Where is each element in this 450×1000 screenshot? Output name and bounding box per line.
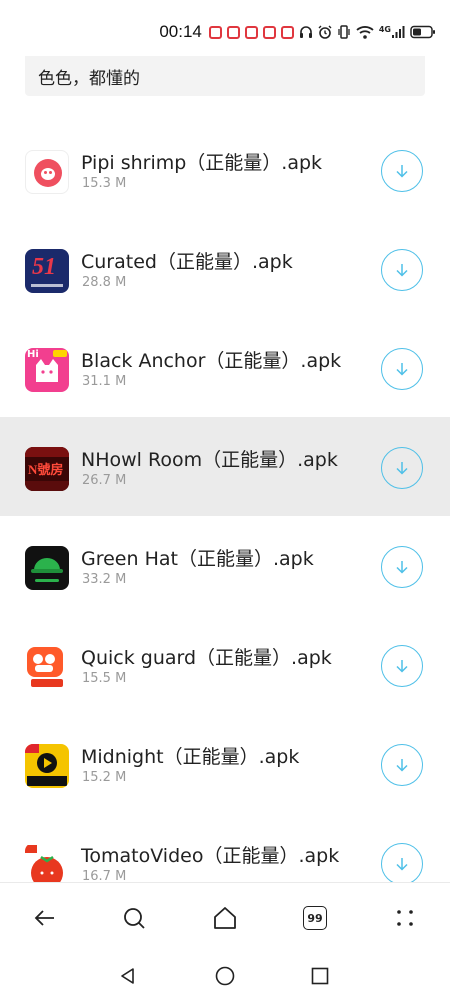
notification-icon — [280, 25, 294, 39]
cellular-signal-icon: 4G — [379, 25, 405, 39]
list-item[interactable]: 51 Curated（正能量）.apk 28.8 M — [0, 219, 450, 318]
download-arrow-icon — [396, 264, 408, 277]
file-size: 15.3 M — [82, 176, 127, 191]
download-arrow-icon — [396, 462, 408, 475]
file-size: 15.2 M — [82, 770, 127, 785]
tabs-icon: 99 — [303, 906, 327, 930]
more-dots-icon — [397, 910, 413, 926]
search-box[interactable]: 色色，都懂的 — [25, 56, 425, 96]
tomato-video-app-icon — [25, 843, 69, 887]
download-button[interactable] — [381, 645, 423, 687]
download-arrow-icon — [396, 165, 408, 178]
clock: 00:14 — [159, 22, 202, 41]
download-arrow-icon — [396, 363, 408, 376]
file-size: 26.7 M — [82, 473, 127, 488]
notification-icon — [244, 25, 258, 39]
square-recents-icon — [311, 967, 329, 985]
pipi-shrimp-app-icon — [25, 150, 69, 194]
download-arrow-icon — [396, 561, 408, 574]
vibrate-icon — [337, 25, 351, 39]
circle-home-icon — [215, 966, 235, 986]
green-hat-app-icon — [25, 546, 69, 590]
search-text: 色色，都懂的 — [38, 69, 140, 89]
status-bar: 00:14 4G — [0, 0, 450, 56]
file-name: Midnight（正能量）.apk — [81, 746, 300, 768]
list-item[interactable]: Midnight（正能量）.apk 15.2 M — [0, 714, 450, 813]
list-item[interactable]: N號房 NHowl Room（正能量）.apk 26.7 M — [0, 417, 450, 516]
alarm-icon — [318, 25, 332, 39]
nhowl-room-app-icon: N號房 — [25, 447, 69, 491]
menu-button[interactable] — [388, 901, 422, 935]
file-name: Quick guard（正能量）.apk — [81, 647, 332, 669]
file-size: 28.8 M — [82, 275, 127, 290]
file-name: NHowl Room（正能量）.apk — [81, 449, 338, 471]
file-name: Pipi shrimp（正能量）.apk — [81, 152, 323, 174]
home-button[interactable] — [208, 901, 242, 935]
triangle-back-icon — [121, 968, 134, 984]
battery-icon — [410, 25, 436, 39]
download-arrow-icon — [396, 858, 408, 871]
list-item[interactable]: Pipi shrimp（正能量）.apk 15.3 M — [0, 120, 450, 219]
download-button[interactable] — [381, 744, 423, 786]
list-item[interactable]: Green Hat（正能量）.apk 33.2 M — [0, 516, 450, 615]
search-button[interactable] — [117, 901, 151, 935]
system-navigation-bar — [0, 952, 450, 1000]
midnight-app-icon — [25, 744, 69, 788]
download-arrow-icon — [396, 660, 408, 673]
download-button[interactable] — [381, 546, 423, 588]
home-icon — [214, 907, 236, 929]
file-name: Green Hat（正能量）.apk — [81, 548, 314, 570]
download-arrow-icon — [396, 759, 408, 772]
notification-icon — [262, 25, 276, 39]
black-anchor-app-icon: Hi — [25, 348, 69, 392]
file-size: 33.2 M — [82, 572, 127, 587]
headphones-icon — [299, 25, 313, 39]
file-size: 31.1 M — [82, 374, 127, 389]
download-button[interactable] — [381, 447, 423, 489]
file-name: Black Anchor（正能量）.apk — [81, 350, 342, 372]
notification-icon — [226, 25, 240, 39]
file-name: TomatoVideo（正能量）.apk — [81, 845, 340, 867]
quick-guard-app-icon — [25, 645, 69, 689]
file-name: Curated（正能量）.apk — [81, 251, 293, 273]
list-item[interactable]: Quick guard（正能量）.apk 15.5 M — [0, 615, 450, 714]
download-button[interactable] — [381, 843, 423, 885]
notification-icon — [208, 25, 222, 39]
system-recents-button[interactable] — [308, 964, 332, 988]
system-back-button[interactable] — [116, 964, 140, 988]
search-icon — [124, 908, 145, 929]
download-button[interactable] — [381, 348, 423, 390]
tabs-count: 99 — [307, 911, 323, 925]
back-arrow-icon — [34, 910, 54, 926]
back-button[interactable] — [28, 901, 62, 935]
download-button[interactable] — [381, 249, 423, 291]
curated-app-icon: 51 — [25, 249, 69, 293]
list-item[interactable]: Hi Black Anchor（正能量）.apk 31.1 M — [0, 318, 450, 417]
download-button[interactable] — [381, 150, 423, 192]
system-home-button[interactable] — [213, 964, 237, 988]
file-size: 15.5 M — [82, 671, 127, 686]
tabs-button[interactable]: 99 — [298, 901, 332, 935]
browser-toolbar: 99 — [0, 882, 450, 953]
wifi-icon — [356, 25, 374, 39]
